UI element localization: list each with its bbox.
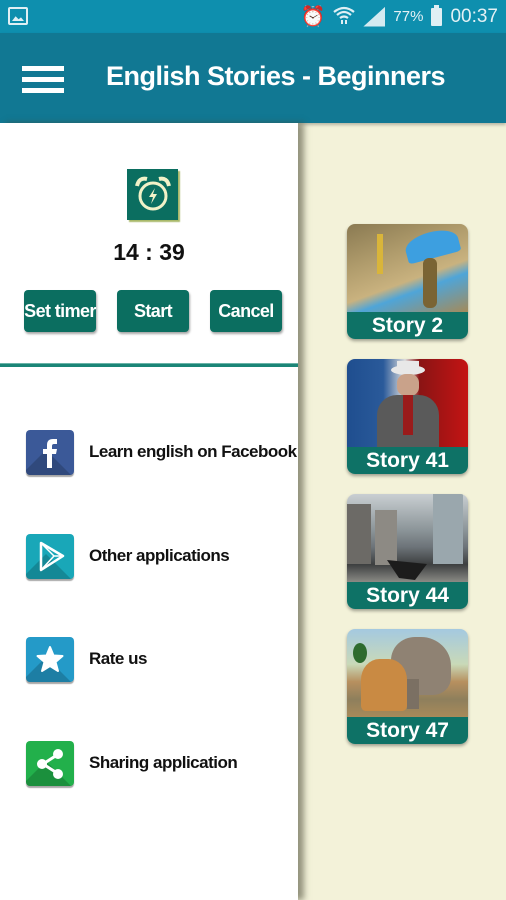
story-card[interactable]: Story 2 bbox=[347, 224, 468, 339]
menu-item-rate-us[interactable]: Rate us bbox=[26, 634, 298, 684]
menu-item-label: Rate us bbox=[89, 649, 147, 668]
star-icon bbox=[26, 636, 74, 682]
menu-item-label: Other applications bbox=[89, 546, 230, 565]
menu-item-other-applications[interactable]: Other applications bbox=[26, 531, 298, 581]
story-card[interactable]: Story 41 bbox=[347, 359, 468, 474]
battery-percent: 77% bbox=[393, 8, 424, 25]
story-label: Story 47 bbox=[347, 717, 468, 744]
clock: 00:37 bbox=[450, 5, 498, 27]
timer-display: 14 : 39 bbox=[113, 239, 185, 265]
menu-item-sharing-application[interactable]: Sharing application bbox=[26, 738, 298, 788]
story-label: Story 41 bbox=[347, 447, 468, 474]
facebook-icon bbox=[26, 429, 74, 475]
story-thumbnail bbox=[347, 494, 468, 582]
status-bar: ⏰ 77% 00:37 bbox=[0, 0, 506, 33]
set-timer-button[interactable]: Set timer bbox=[24, 290, 96, 332]
story-card[interactable]: Story 47 bbox=[347, 629, 468, 744]
app-title: English Stories - Beginners bbox=[106, 61, 446, 91]
alarm-icon: ⏰ bbox=[300, 5, 326, 28]
story-thumbnail bbox=[347, 224, 468, 312]
app-bar: English Stories - Beginners bbox=[0, 33, 506, 123]
hamburger-icon[interactable] bbox=[22, 66, 64, 93]
start-button[interactable]: Start bbox=[117, 290, 189, 332]
gallery-icon bbox=[8, 7, 28, 25]
story-thumbnail bbox=[347, 359, 468, 447]
menu-item-facebook[interactable]: Learn english on Facebook bbox=[26, 427, 298, 477]
story-label: Story 44 bbox=[347, 582, 468, 609]
cancel-button[interactable]: Cancel bbox=[210, 290, 282, 332]
signal-icon bbox=[363, 6, 386, 27]
play-store-icon bbox=[26, 533, 74, 579]
story-thumbnail bbox=[347, 629, 468, 717]
battery-icon bbox=[431, 4, 443, 26]
wifi-icon bbox=[333, 5, 356, 29]
menu-item-label: Learn english on Facebook bbox=[89, 442, 297, 461]
navigation-drawer: 14 : 39 Set timer Start Cancel Learn eng… bbox=[0, 123, 298, 900]
story-label: Story 2 bbox=[347, 312, 468, 339]
menu-item-label: Sharing application bbox=[89, 753, 238, 772]
alarm-clock-icon bbox=[127, 169, 178, 220]
divider bbox=[0, 363, 298, 367]
story-card[interactable]: Story 44 bbox=[347, 494, 468, 609]
share-icon bbox=[26, 740, 74, 786]
